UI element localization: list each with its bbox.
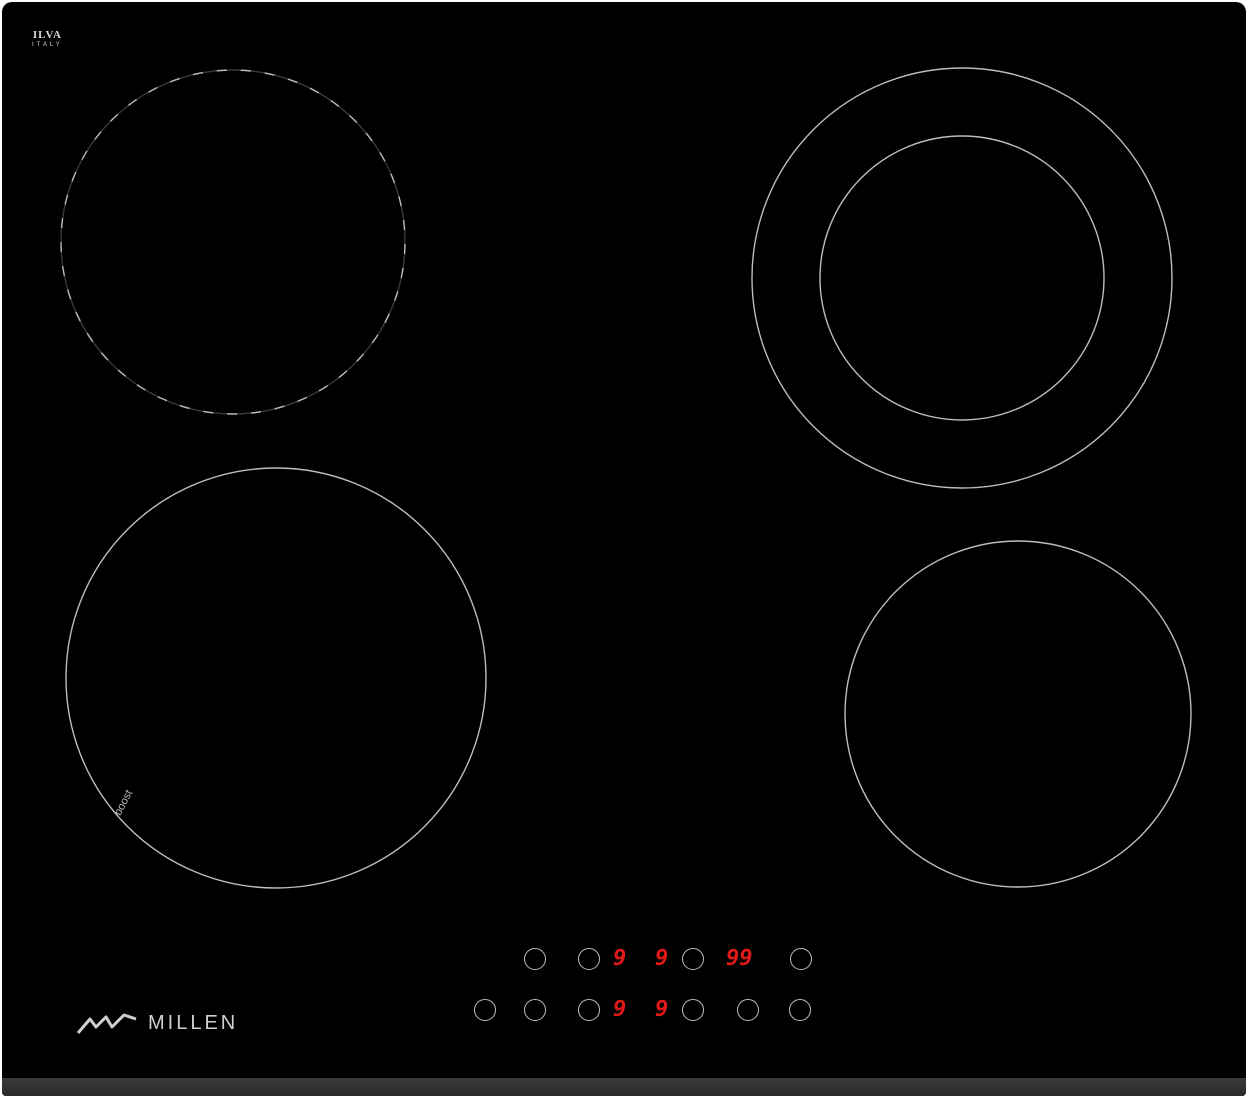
bottom-trim <box>2 1078 1246 1096</box>
timer-icon[interactable] <box>790 948 812 970</box>
lock-icon[interactable] <box>524 948 546 970</box>
zone-bottom-left-outline <box>65 467 487 889</box>
zone-select-icon[interactable] <box>578 948 600 970</box>
cooking-zones <box>59 67 1192 889</box>
plus-icon[interactable] <box>789 999 811 1021</box>
zone-level-bottom-left: 9 <box>613 997 627 1022</box>
zone-bottom-right-outline <box>844 540 1192 888</box>
zone-top-right-inner <box>819 135 1105 421</box>
zone-select-icon[interactable] <box>682 999 704 1021</box>
ilva-logo: ILVA ITALY <box>32 29 63 49</box>
zone-select-icon[interactable] <box>682 948 704 970</box>
brand-sub: ITALY <box>32 42 63 48</box>
cooktop-glass: ILVA ITALY boost 9 9 99 9 9 MILLEN <box>2 2 1246 1096</box>
millen-logo: MILLEN <box>76 1012 238 1035</box>
zone-top-right-outer <box>751 67 1173 489</box>
pause-icon[interactable] <box>524 999 546 1021</box>
millen-logo-mark <box>76 1013 137 1034</box>
zone-select-icon[interactable] <box>578 999 600 1021</box>
zone-level-bottom-right: 9 <box>655 997 669 1022</box>
zone-top-left-dash <box>59 68 407 416</box>
zone-level-top-right: 9 <box>655 946 669 971</box>
brand-name: MILLEN <box>148 1012 239 1034</box>
power-icon[interactable] <box>474 999 496 1021</box>
timer-display: 99 <box>726 946 753 971</box>
minus-icon[interactable] <box>737 999 759 1021</box>
brand-mark: ILVA <box>32 29 62 41</box>
zone-level-top-left: 9 <box>613 946 627 971</box>
zone-top-left-outline <box>60 69 406 415</box>
